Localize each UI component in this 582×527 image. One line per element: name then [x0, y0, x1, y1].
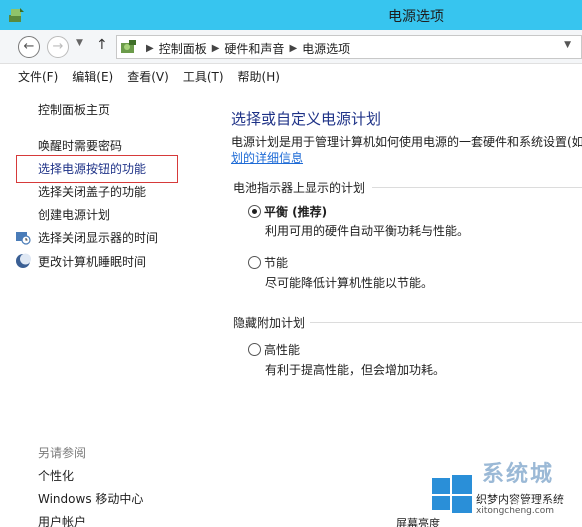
- menu-edit[interactable]: 编辑(E): [72, 68, 113, 85]
- address-bar: ← → ▼ ↑ ▶ 控制面板 ▶ 硬件和声音 ▶ 电源选项 ▼: [0, 30, 582, 64]
- sidebar-item-require-password[interactable]: 唤醒时需要密码: [38, 137, 122, 154]
- plan-desc-power-saver: 尽可能降低计算机性能以节能。: [265, 276, 434, 290]
- plan-details-link[interactable]: 划的详细信息: [231, 149, 303, 166]
- plan-radio-high-performance[interactable]: [248, 343, 261, 356]
- chevron-down-icon: ▼: [76, 38, 83, 48]
- watermark-url-dedecms: DEDECMS.COM: [508, 500, 577, 510]
- page-description: 电源计划是用于管理计算机如何使用电源的一套硬件和系统设置(如: [231, 135, 582, 149]
- battery-group-label: 电池指示器上显示的计划: [233, 181, 366, 195]
- see-also-mobility-center[interactable]: Windows 移动中心: [38, 490, 143, 507]
- plan-name-high-performance[interactable]: 高性能: [264, 341, 300, 358]
- plan-desc-high-performance: 有利于提高性能，但会增加功耗。: [265, 363, 446, 377]
- sidebar-item-sleep-time[interactable]: 更改计算机睡眠时间: [38, 253, 146, 270]
- sidebar-item-create-plan[interactable]: 创建电源计划: [38, 206, 110, 223]
- window-title: 电源选项: [388, 9, 444, 25]
- sidebar-item-power-button[interactable]: 选择电源按钮的功能: [38, 160, 146, 177]
- see-also-user-accounts[interactable]: 用户帐户: [38, 513, 86, 527]
- arrow-up-icon: ↑: [96, 37, 108, 53]
- chevron-right-icon: ▶: [289, 43, 298, 54]
- moon-icon: [16, 253, 31, 268]
- group-divider: [372, 187, 582, 188]
- menu-tools[interactable]: 工具(T): [183, 68, 224, 85]
- chevron-down-icon: ▼: [564, 40, 571, 50]
- group-divider: [310, 322, 582, 323]
- sidebar-item-display-off[interactable]: 选择关闭显示器的时间: [38, 229, 158, 246]
- arrow-left-icon: ←: [23, 39, 35, 54]
- plan-desc-balanced: 利用可用的硬件自动平衡功耗与性能。: [265, 224, 470, 238]
- title-bar: 电源选项: [0, 0, 582, 30]
- breadcrumb: ▶ 控制面板 ▶ 硬件和声音 ▶ 电源选项: [141, 40, 350, 57]
- menu-view[interactable]: 查看(V): [127, 68, 169, 85]
- address-dropdown-button[interactable]: ▼: [564, 40, 571, 50]
- recent-locations-button[interactable]: ▼: [76, 38, 83, 48]
- plan-name-balanced[interactable]: 平衡 (推荐): [264, 203, 327, 220]
- sidebar-item-close-lid[interactable]: 选择关闭盖子的功能: [38, 183, 146, 200]
- address-box[interactable]: ▶ 控制面板 ▶ 硬件和声音 ▶ 电源选项 ▼: [116, 35, 582, 59]
- forward-button[interactable]: →: [47, 36, 69, 58]
- menu-bar: 文件(F) 编辑(E) 查看(V) 工具(T) 帮助(H): [0, 65, 582, 87]
- control-panel-icon: [121, 40, 136, 53]
- plan-radio-power-saver[interactable]: [248, 256, 261, 269]
- menu-help[interactable]: 帮助(H): [238, 68, 280, 85]
- hidden-group-label: 隐藏附加计划: [233, 316, 306, 330]
- watermark-text-xitongcheng: 系统城: [482, 462, 555, 487]
- back-button[interactable]: ←: [18, 36, 40, 58]
- up-button[interactable]: ↑: [96, 37, 108, 53]
- breadcrumb-item-power-options[interactable]: 电源选项: [302, 40, 350, 57]
- plan-name-power-saver[interactable]: 节能: [264, 254, 288, 271]
- windows-logo-icon: [432, 475, 472, 513]
- sidebar: 控制面板主页 唤醒时需要密码 选择电源按钮的功能 选择关闭盖子的功能 创建电源计…: [0, 87, 200, 527]
- breadcrumb-item-hardware-sound[interactable]: 硬件和声音: [224, 40, 284, 57]
- chevron-right-icon: ▶: [146, 43, 154, 54]
- page-title: 选择或自定义电源计划: [231, 110, 382, 128]
- chevron-right-icon: ▶: [211, 43, 220, 54]
- plan-radio-balanced[interactable]: [248, 205, 261, 218]
- see-also-personalization[interactable]: 个性化: [38, 467, 74, 484]
- breadcrumb-item-control-panel[interactable]: 控制面板: [159, 40, 207, 57]
- see-also-heading: 另请参阅: [38, 446, 87, 460]
- menu-file[interactable]: 文件(F): [18, 68, 58, 85]
- sidebar-item-control-panel-home[interactable]: 控制面板主页: [38, 101, 110, 118]
- display-clock-icon: [16, 232, 31, 245]
- watermark: 系统城 织梦内容管理系统 xitongcheng.com DEDECMS.COM: [418, 450, 582, 527]
- arrow-right-icon: →: [52, 39, 64, 54]
